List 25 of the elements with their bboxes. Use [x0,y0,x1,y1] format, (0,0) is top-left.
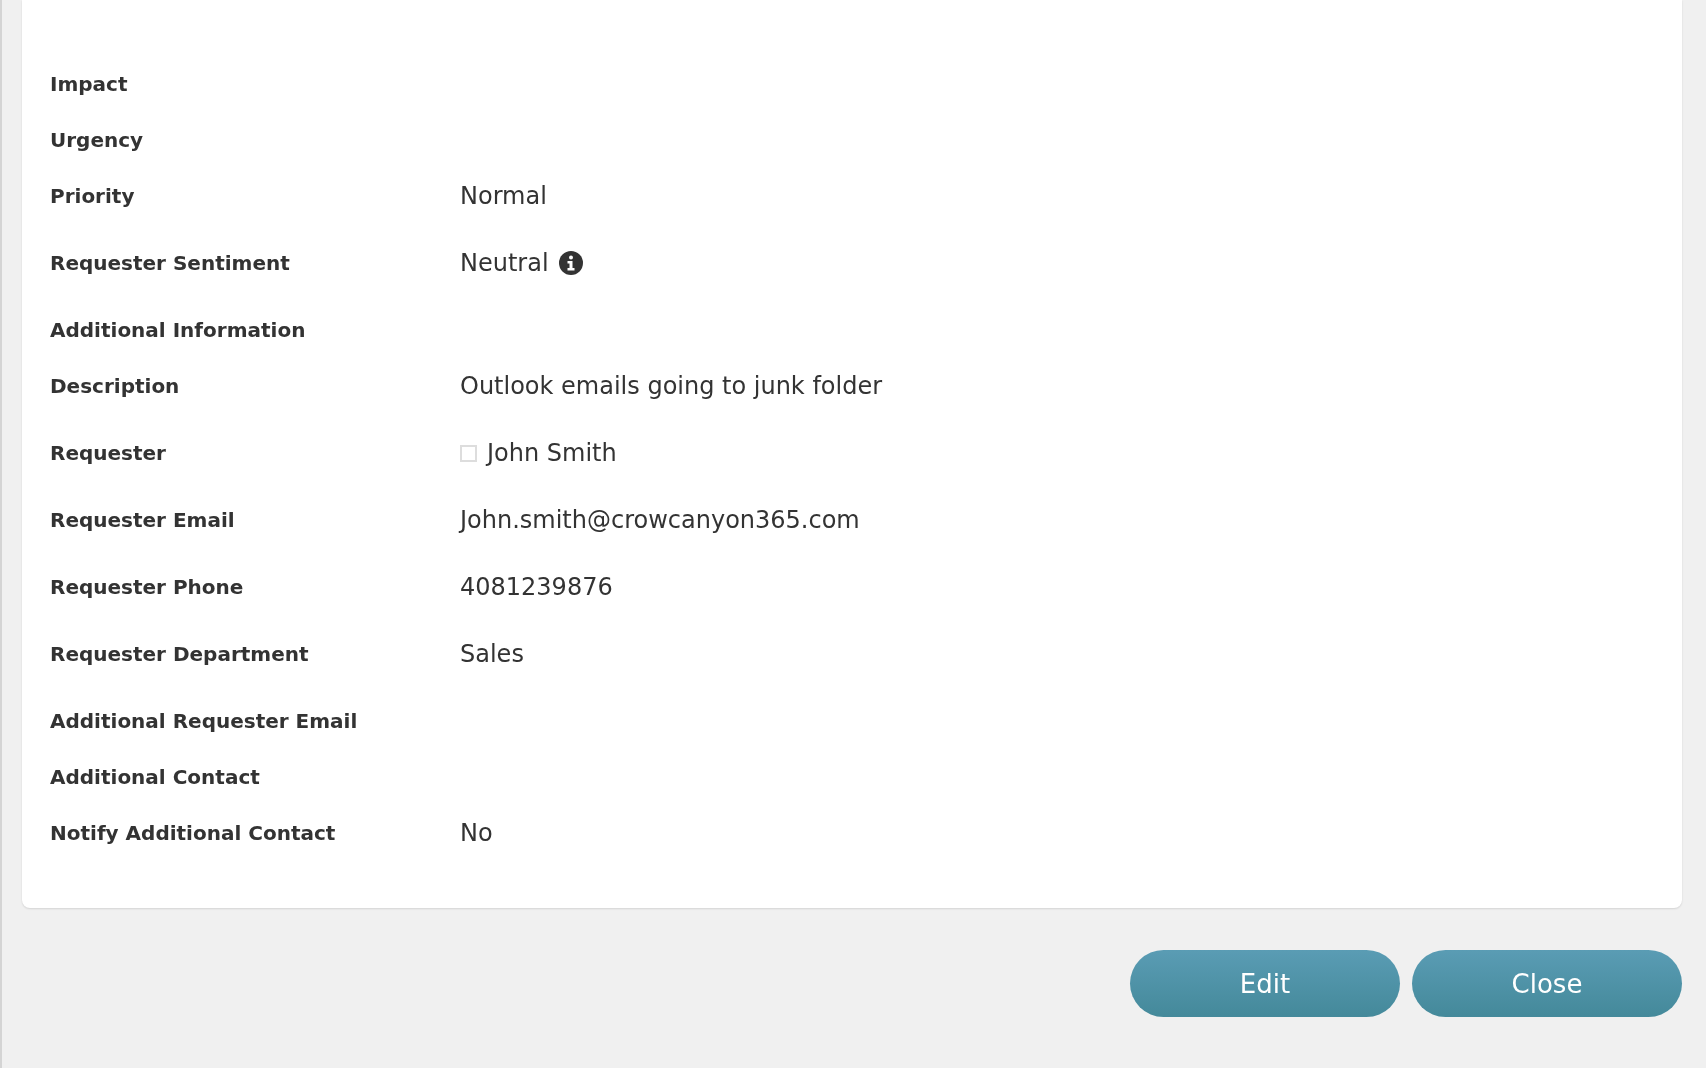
field-label: Additional Contact [50,764,261,789]
field-value: John.smith@crowcanyon365.com [460,506,860,534]
field-label: Requester Department [50,641,310,666]
close-button[interactable]: Close [1412,950,1682,1017]
field-label: Impact [50,71,129,96]
field-label: Requester Email [50,507,236,532]
field-value: Outlook emails going to junk folder [460,372,883,400]
field-label: Requester Phone [50,574,245,599]
edit-button[interactable]: Edit [1130,950,1400,1017]
person-name: John Smith [487,439,617,467]
field-label: Urgency [50,127,145,152]
field-label: Additional Information [50,317,307,342]
field-label: Description [50,373,181,398]
field-label: Additional Requester Email [50,708,359,733]
checkbox[interactable] [460,444,477,462]
field-value: No [460,819,493,847]
field-label: Priority [50,183,136,208]
field-label: Requester [50,440,167,465]
field-value: Normal [460,182,547,210]
field-value: Sales [460,640,524,668]
info-icon[interactable] [558,251,583,275]
field-label: Requester Sentiment [50,250,291,275]
field-label: Notify Additional Contact [50,820,337,845]
field-value: 4081239876 [460,573,613,601]
field-value: Neutral [460,249,549,277]
